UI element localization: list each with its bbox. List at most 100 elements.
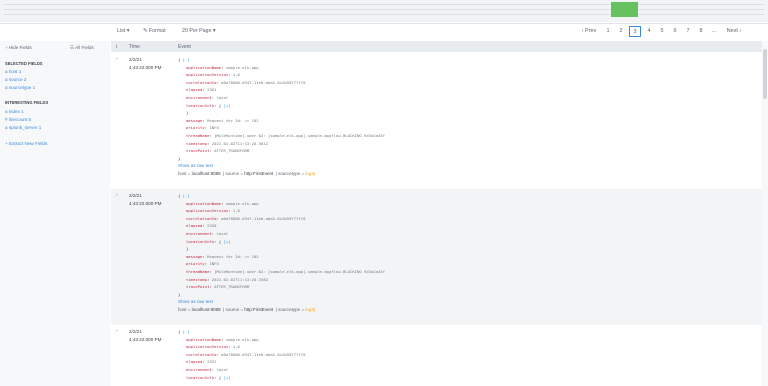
field-value[interactable]: [MuleRuntime].uber.02: [sample-elk-app].… <box>214 133 385 138</box>
field-value[interactable]: Request for Id: => 102 <box>207 254 259 259</box>
event-time: 2/2/21 4:43:22.000 PM <box>129 56 161 72</box>
event-clock: 4:43:22.000 PM <box>129 65 162 70</box>
field-value[interactable]: AFTER_TRANSFORM <box>214 148 249 153</box>
field-value[interactable]: 2361 <box>207 87 216 92</box>
field-linecount[interactable]: # linecount 5 <box>5 117 31 122</box>
event-metadata: host = localhost:8088 | source = http:Fi… <box>178 306 315 312</box>
expand-toggle[interactable]: [+] <box>223 239 230 244</box>
all-fields-button[interactable]: ☰ All Fields <box>70 45 104 51</box>
field-sourcetype[interactable]: a sourcetype 1 <box>5 85 35 90</box>
page-button[interactable]: 2 <box>616 26 626 37</box>
expand-icon[interactable]: › <box>116 192 118 197</box>
page-button[interactable]: 7 <box>683 26 693 37</box>
field-value[interactable]: Request for Id: => 102 <box>207 118 259 123</box>
next-page-button[interactable]: Next › <box>722 26 746 37</box>
show-raw-text-link[interactable]: Show as raw text <box>178 298 385 306</box>
host-label: host = <box>178 170 192 176</box>
page-button-active[interactable]: 3 <box>629 26 641 37</box>
event-date: 2/2/21 <box>129 57 142 62</box>
col-event-header: Event <box>178 44 191 50</box>
source-label: source = <box>225 306 245 312</box>
event-body: { [-] applicationName: sample-elk-app ap… <box>178 57 386 176</box>
source-value[interactable]: http:FirstEvent <box>244 171 273 176</box>
field-value[interactable]: 1.0 <box>233 208 240 213</box>
event-date: 2/2/21 <box>129 329 142 334</box>
source-label: source = <box>225 170 245 176</box>
list-dropdown[interactable]: List ▾ <box>117 28 129 34</box>
expand-toggle[interactable]: [+] <box>223 103 230 108</box>
collapse-toggle[interactable]: [-] <box>183 57 190 62</box>
field-splunk-server[interactable]: a splunk_server 1 <box>5 125 41 130</box>
fields-sidebar: ‹ Hide Fields ☰ All Fields SELECTED FIEL… <box>0 41 110 386</box>
event-time: 2/2/21 4:43:22.000 PM <box>129 328 161 344</box>
host-value[interactable]: localhost:8088 <box>192 307 221 312</box>
timeline-gridline <box>4 14 764 15</box>
event-clock: 4:43:22.000 PM <box>129 201 162 206</box>
field-value[interactable]: a6a78060-6547-11eb-aba2-6c2b59777f19 <box>221 80 305 85</box>
field-value[interactable]: sample-elk-app <box>226 337 259 342</box>
field-value[interactable]: 1.0 <box>233 72 240 77</box>
timeline-gridline <box>4 9 764 10</box>
field-value[interactable]: [MuleRuntime].uber.02: [sample-elk-app].… <box>214 269 385 274</box>
expand-icon[interactable]: › <box>116 328 118 333</box>
format-button[interactable]: ✎ Format <box>143 28 166 34</box>
field-host[interactable]: a host 1 <box>5 69 21 74</box>
expand-icon[interactable]: › <box>116 56 118 61</box>
field-value[interactable]: AFTER_TRANSFORM <box>214 284 249 289</box>
host-value[interactable]: localhost:8088 <box>192 171 221 176</box>
host-label: host = <box>178 306 192 312</box>
page-button[interactable]: 8 <box>696 26 706 37</box>
scrollbar[interactable] <box>762 41 768 386</box>
sourcetype-value[interactable]: log4j <box>305 171 315 176</box>
table-row: › 2/2/21 4:43:22.000 PM { [-] applicatio… <box>111 189 768 325</box>
collapse-toggle[interactable]: [-] <box>183 193 190 198</box>
event-time: 2/2/21 4:43:22.000 PM <box>129 192 161 208</box>
collapse-toggle[interactable]: [-] <box>183 329 190 334</box>
field-value[interactable]: local <box>216 95 228 100</box>
field-index[interactable]: a index 1 <box>5 109 24 114</box>
timeline-bar[interactable] <box>611 2 638 17</box>
page-button[interactable]: 5 <box>657 26 667 37</box>
field-value[interactable]: 2357 <box>207 359 216 364</box>
page-button[interactable]: 6 <box>670 26 680 37</box>
timeline-histogram[interactable] <box>0 0 768 22</box>
event-date: 2/2/21 <box>129 193 142 198</box>
prev-page-button[interactable]: ‹ Prev <box>578 26 600 37</box>
source-value[interactable]: http:FirstEvent <box>244 307 273 312</box>
table-row: › 2/2/21 4:43:22.000 PM { [-] applicatio… <box>111 325 768 386</box>
field-source[interactable]: a source 2 <box>5 77 26 82</box>
col-info-header: i <box>116 44 118 50</box>
field-value[interactable]: 2021-02-02T11:13:20.358Z <box>212 277 268 282</box>
field-value[interactable]: 1.0 <box>233 344 240 349</box>
page-button[interactable]: 1 <box>603 26 613 37</box>
field-value[interactable]: sample-elk-app <box>226 201 259 206</box>
events-table: i Time Event › 2/2/21 4:43:22.000 PM { [… <box>111 41 768 386</box>
selected-fields-title: SELECTED FIELDS <box>5 61 43 66</box>
sourcetype-value[interactable]: log4j <box>305 307 315 312</box>
table-header: i Time Event <box>111 41 768 52</box>
page-ellipsis: ... <box>711 28 717 34</box>
timeline-gridline <box>4 4 764 5</box>
col-time-header[interactable]: Time <box>129 44 140 50</box>
field-value[interactable]: local <box>216 367 228 372</box>
sourcetype-label: sourcetype = <box>278 306 306 312</box>
event-body: { [-] applicationName: sample-elk-app ap… <box>178 193 386 312</box>
field-value[interactable]: 2358 <box>207 223 216 228</box>
scrollbar-thumb[interactable] <box>763 49 767 99</box>
field-value[interactable]: INFO <box>209 125 218 130</box>
field-value[interactable]: sample-elk-app <box>226 65 259 70</box>
sourcetype-label: sourcetype = <box>278 170 306 176</box>
show-raw-text-link[interactable]: Show as raw text <box>178 162 385 170</box>
results-toolbar: List ▾ ✎ Format 20 Per Page ▾ ‹ Prev 1 2… <box>0 24 768 40</box>
per-page-dropdown[interactable]: 20 Per Page ▾ <box>182 28 216 34</box>
expand-toggle[interactable]: [+] <box>223 375 230 380</box>
field-value[interactable]: INFO <box>209 261 218 266</box>
table-row: › 2/2/21 4:43:22.000 PM { [-] applicatio… <box>111 53 768 189</box>
field-value[interactable]: a6a78060-6547-11eb-aba2-6c2b59777f19 <box>221 216 305 221</box>
field-value[interactable]: local <box>216 231 228 236</box>
page-button[interactable]: 4 <box>644 26 654 37</box>
field-value[interactable]: a6a78060-6547-11eb-aba2-6c2b59777f19 <box>221 352 305 357</box>
field-value[interactable]: 2021-02-02T11:13:20.381Z <box>212 141 268 146</box>
pagination: ‹ Prev 1 2 3 4 5 6 7 8 ... Next › <box>578 26 746 37</box>
extract-new-fields-link[interactable]: + Extract New Fields <box>5 141 47 146</box>
